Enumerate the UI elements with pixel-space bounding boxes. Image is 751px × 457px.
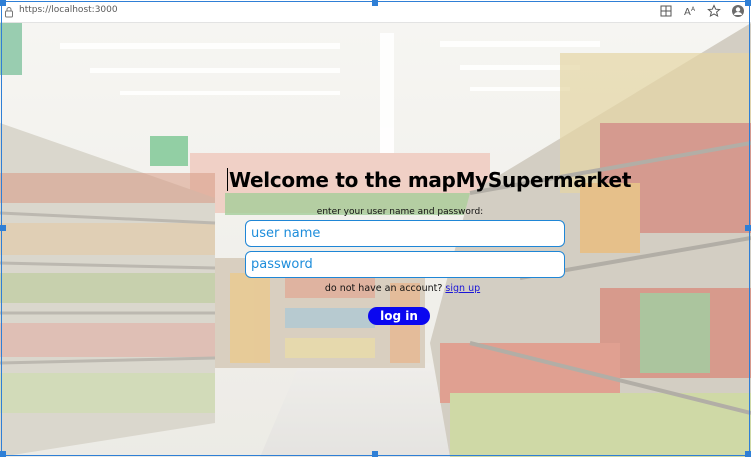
login-button[interactable]: log in bbox=[368, 307, 430, 325]
svg-text:A: A bbox=[691, 6, 696, 13]
profile-icon[interactable] bbox=[731, 4, 745, 18]
password-input[interactable] bbox=[245, 251, 565, 278]
selection-handle-top-left[interactable] bbox=[0, 0, 6, 6]
login-form: Welcome to the mapMySupermarket enter yo… bbox=[0, 23, 751, 457]
text-cursor bbox=[227, 168, 228, 191]
svg-text:A: A bbox=[684, 7, 691, 18]
page-viewport: Welcome to the mapMySupermarket enter yo… bbox=[0, 23, 751, 457]
selection-handle-top-right[interactable] bbox=[745, 0, 751, 6]
login-instruction: enter your user name and password: bbox=[316, 207, 484, 217]
signup-row: do not have an account? sign up bbox=[0, 283, 751, 294]
selection-handle-bottom-left[interactable] bbox=[0, 451, 6, 457]
selection-handle-right[interactable] bbox=[745, 225, 751, 231]
favorite-star-icon[interactable] bbox=[707, 4, 721, 18]
signup-prompt: do not have an account? bbox=[324, 283, 443, 294]
reading-view-icon[interactable] bbox=[659, 4, 673, 18]
signup-link[interactable]: sign up bbox=[445, 283, 480, 294]
selection-handle-top[interactable] bbox=[372, 0, 378, 6]
username-input[interactable] bbox=[245, 220, 565, 247]
read-aloud-icon[interactable]: A A bbox=[683, 4, 697, 18]
url-field[interactable]: https://localhost:3000 bbox=[19, 5, 118, 15]
selection-handle-bottom[interactable] bbox=[372, 451, 378, 457]
lock-icon[interactable] bbox=[4, 5, 14, 18]
selection-handle-bottom-right[interactable] bbox=[745, 451, 751, 457]
selection-handle-left[interactable] bbox=[0, 225, 6, 231]
page-title: Welcome to the mapMySupermarket bbox=[229, 168, 632, 192]
